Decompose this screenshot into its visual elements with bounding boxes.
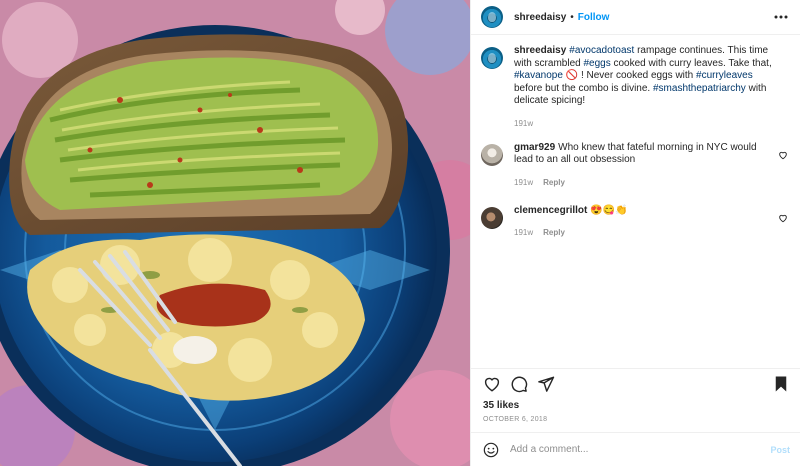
add-comment-bar: Post [471,432,800,466]
commenter-avatar[interactable] [481,206,503,229]
comment-text: clemencegrillot 😍😋👏 [514,205,774,218]
reply-button[interactable]: Reply [543,178,565,187]
comment-input[interactable] [510,444,771,455]
caption-text: shreedaisy #avocadotoast rampage continue… [514,45,774,108]
hashtag-link[interactable]: #smashthepatriarchy [653,83,746,94]
caption: shreedaisy #avocadotoast rampage continue… [481,45,788,128]
post-comment-button[interactable]: Post [770,445,790,455]
caption-author-avatar[interactable] [481,47,503,69]
follow-button[interactable]: Follow [578,12,610,23]
caption-fragment: 🚫 ! Never cooked eggs with [562,70,697,81]
comment-age[interactable]: 191w [514,178,533,187]
comment-text: gmar929 Who knew that fateful morning in … [514,142,774,167]
comment-item: gmar929 Who knew that fateful morning in … [481,142,788,187]
comment-meta: 191w Reply [514,178,774,187]
food-photo-illustration [0,0,470,466]
caption-fragment: cooked with curry leaves. Take that, [610,57,772,69]
comment-like-heart-icon[interactable] [778,150,788,160]
instagram-post: shreedaisy • Follow shreedaisy #avocadoto… [0,0,800,466]
post-side-panel: shreedaisy • Follow shreedaisy #avocadoto… [470,0,800,466]
caption-username[interactable]: shreedaisy [514,45,566,56]
more-options-icon[interactable] [774,10,788,24]
comments-list[interactable]: shreedaisy #avocadotoast rampage continue… [471,35,800,366]
post-actions [471,368,800,398]
smiley-icon[interactable] [483,442,499,458]
heart-icon[interactable] [483,375,501,393]
commenter-username[interactable]: clemencegrillot [514,205,587,216]
reply-button[interactable]: Reply [543,228,565,237]
author-avatar[interactable] [481,6,503,28]
comment-icon[interactable] [510,375,528,393]
caption-meta: 191w [514,119,774,128]
comment-age[interactable]: 191w [514,228,533,237]
header-separator: • [570,11,574,23]
bookmark-icon[interactable] [772,375,790,393]
comment-meta: 191w Reply [514,228,774,237]
hashtag-link[interactable]: #eggs [583,58,610,69]
caption-age[interactable]: 191w [514,119,533,128]
hashtag-link[interactable]: #kavanope [514,70,563,81]
comment-item: clemencegrillot 😍😋👏 191w Reply [481,205,788,237]
comment-like-heart-icon[interactable] [778,213,788,223]
commenter-avatar[interactable] [481,143,503,166]
author-username[interactable]: shreedaisy [514,12,566,23]
caption-fragment: before but the combo is divine. [514,82,653,94]
post-header: shreedaisy • Follow [471,0,800,35]
likes-count[interactable]: 35 likes [471,398,800,414]
paper-plane-icon[interactable] [537,375,555,393]
hashtag-link[interactable]: #avocadotoast [569,45,634,56]
post-date: OCTOBER 6, 2018 [483,416,548,423]
commenter-username[interactable]: gmar929 [514,142,555,153]
post-photo[interactable] [0,0,470,466]
hashtag-link[interactable]: #curryleaves [696,70,753,81]
comment-body: 😍😋👏 [590,204,628,216]
